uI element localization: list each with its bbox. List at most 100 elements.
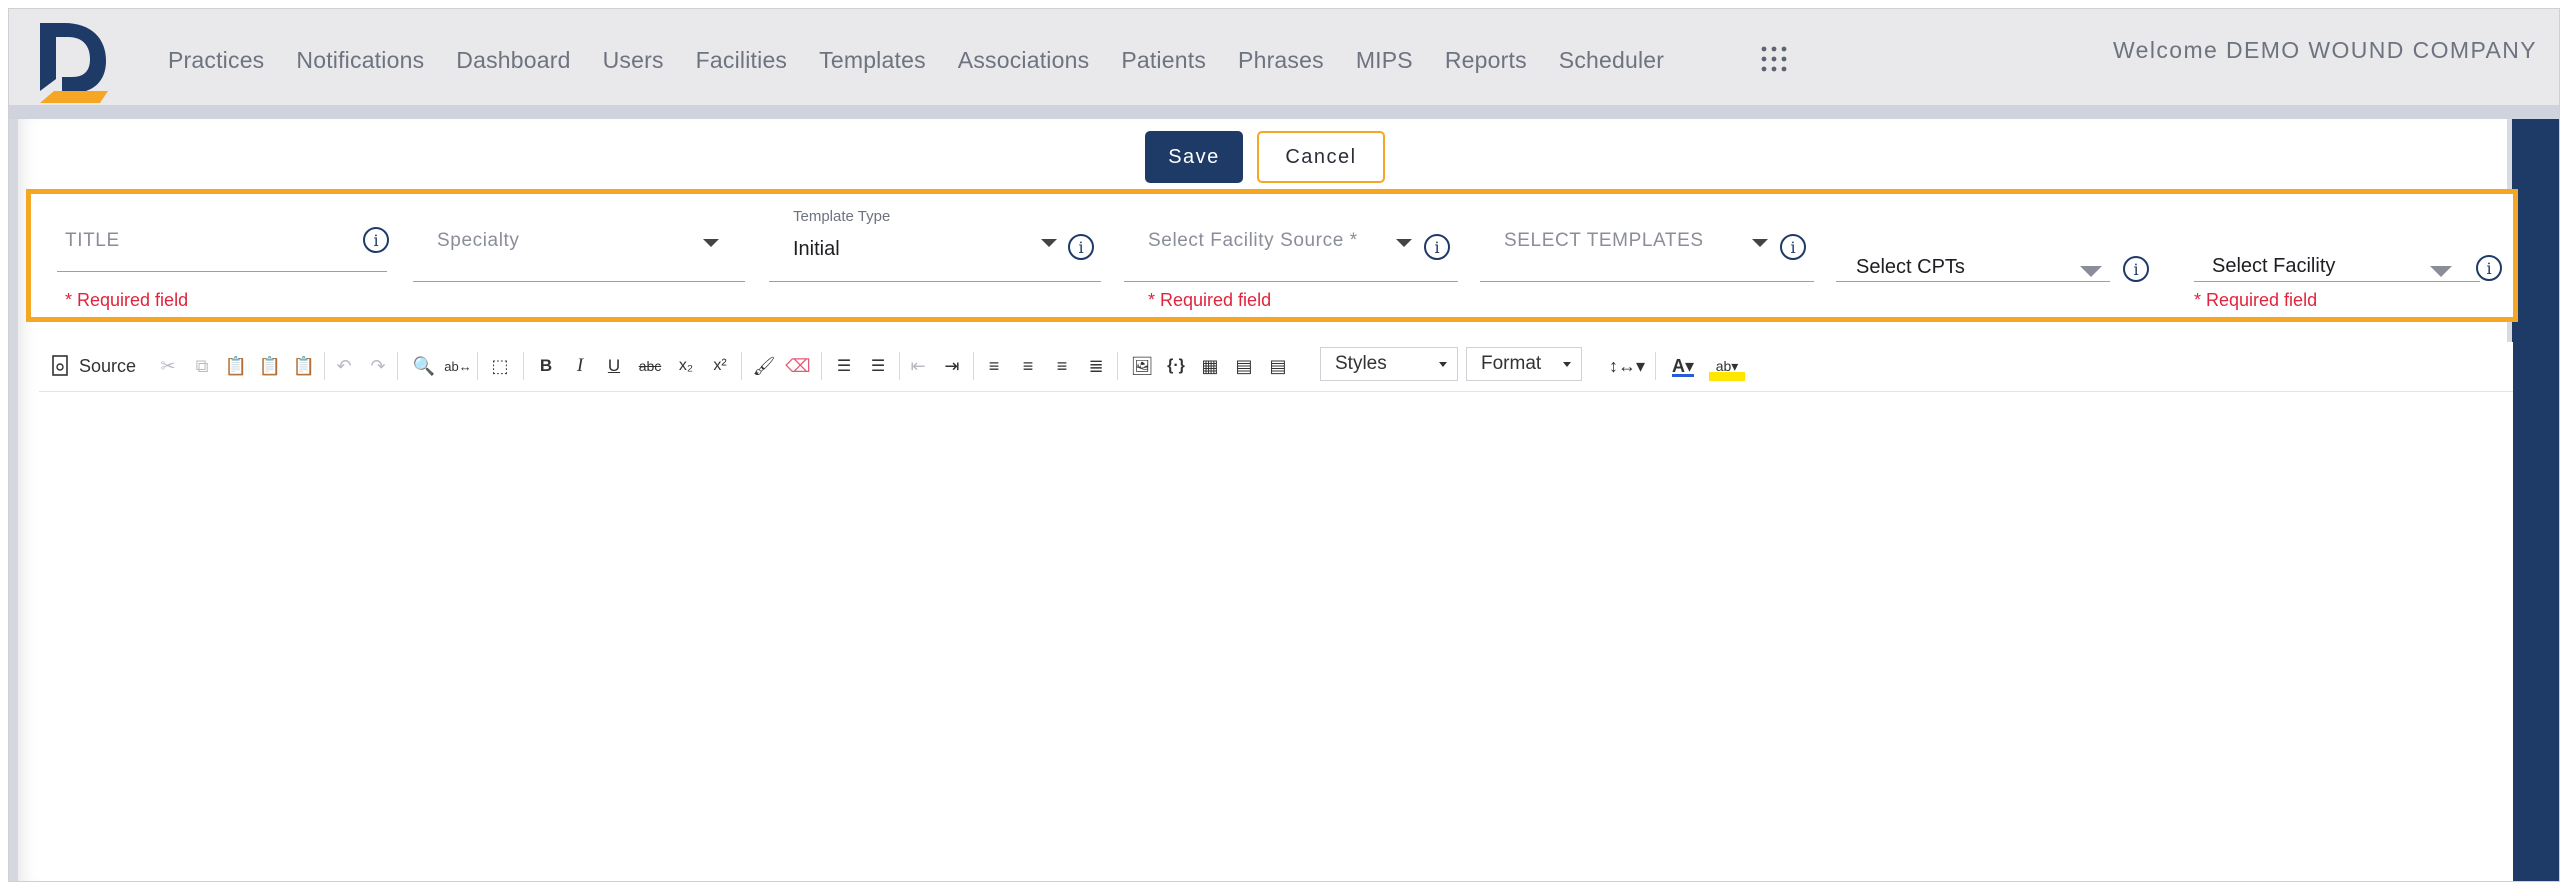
italic-icon[interactable]: I	[567, 351, 593, 381]
toolbar-separator	[397, 352, 398, 380]
nav-templates[interactable]: Templates	[819, 47, 926, 74]
text-color-icon[interactable]: A▾	[1665, 351, 1701, 381]
styles-label: Styles	[1335, 353, 1387, 374]
nav-scheduler[interactable]: Scheduler	[1559, 47, 1664, 74]
copy-formatting-icon[interactable]: 🖌	[751, 351, 777, 381]
bulleted-list-icon[interactable]: ☰	[865, 351, 891, 381]
select-all-icon[interactable]: ⬚	[485, 351, 515, 381]
redo-icon[interactable]: ↷	[365, 351, 391, 381]
apps-grid-icon[interactable]	[1760, 45, 1788, 73]
title-required-text: * Required field	[65, 290, 189, 310]
copy-icon[interactable]: ⧉	[189, 351, 215, 381]
paste-text-icon[interactable]: 📋	[257, 351, 283, 381]
facility-source-required-text: * Required field	[1148, 290, 1272, 310]
cpts-underline	[1836, 281, 2110, 282]
nav-reports[interactable]: Reports	[1445, 47, 1527, 74]
source-button[interactable]: Source	[51, 351, 141, 381]
cpts-info-icon[interactable]: i	[2123, 256, 2149, 282]
company-logo[interactable]	[34, 21, 118, 103]
replace-icon[interactable]: ab↔	[444, 351, 471, 381]
styles-chevron-icon	[1439, 362, 1447, 367]
title-info-icon[interactable]: i	[363, 227, 389, 253]
toolbar-separator	[821, 352, 822, 380]
facility-source-info-icon[interactable]: i	[1424, 234, 1450, 260]
format-dropdown[interactable]: Format	[1466, 347, 1582, 381]
source-label: Source	[79, 355, 137, 376]
increase-indent-icon[interactable]: ⇥	[939, 351, 965, 381]
bold-icon[interactable]: B	[533, 351, 559, 381]
template-type-underline	[769, 281, 1101, 282]
main-nav: Practices Notifications Dashboard Users …	[168, 47, 1696, 74]
facility-underline	[2194, 281, 2480, 282]
find-icon[interactable]: 🔍	[411, 351, 437, 381]
facility-select[interactable]: Select Facility i * Required field	[2192, 194, 2518, 317]
specialty-dropdown-icon[interactable]	[703, 239, 719, 247]
nav-associations[interactable]: Associations	[958, 47, 1090, 74]
nav-facilities[interactable]: Facilities	[696, 47, 787, 74]
image-icon[interactable]: 🖼	[1129, 351, 1155, 381]
styles-dropdown[interactable]: Styles	[1320, 347, 1458, 381]
undo-icon[interactable]: ↶	[331, 351, 357, 381]
template-type-select[interactable]: Template Type Initial i	[769, 194, 1101, 317]
page-break-icon[interactable]: ▤	[1265, 351, 1291, 381]
remove-format-icon[interactable]: ⌫	[785, 351, 811, 381]
toolbar-separator	[477, 352, 478, 380]
templates-select[interactable]: SELECT TEMPLATES i	[1480, 194, 1814, 317]
cpts-select[interactable]: Select CPTs i	[1836, 194, 2168, 317]
template-type-dropdown-icon[interactable]	[1041, 239, 1057, 247]
toolbar-separator	[324, 352, 325, 380]
templates-info-icon[interactable]: i	[1780, 234, 1806, 260]
strikethrough-icon[interactable]: abc	[635, 351, 665, 381]
subscript-icon[interactable]: x₂	[673, 351, 699, 381]
template-type-info-icon[interactable]: i	[1068, 234, 1094, 260]
templates-dropdown-icon[interactable]	[1752, 239, 1768, 247]
specialty-select[interactable]: Specialty	[413, 194, 745, 317]
align-center-icon[interactable]: ≡	[1015, 351, 1041, 381]
welcome-message: Welcome DEMO WOUND COMPANY	[2112, 37, 2537, 63]
specialty-underline	[413, 281, 745, 282]
specialty-placeholder: Specialty	[437, 230, 520, 251]
cut-icon[interactable]: ✂	[155, 351, 181, 381]
line-height-icon[interactable]: ↕↔▾	[1607, 351, 1647, 381]
title-field[interactable]: TITLE i * Required field	[57, 194, 389, 317]
justify-icon[interactable]: ≣	[1083, 351, 1109, 381]
paste-word-icon[interactable]: 📋	[291, 351, 317, 381]
top-navigation-bar: Practices Notifications Dashboard Users …	[9, 9, 2559, 105]
background-color-icon[interactable]: ab▾	[1709, 351, 1745, 381]
templates-icon[interactable]: ▤	[1231, 351, 1257, 381]
toolbar-separator	[741, 352, 742, 380]
toolbar-separator	[973, 352, 974, 380]
superscript-icon[interactable]: x²	[707, 351, 733, 381]
cpts-dropdown-icon[interactable]	[2080, 266, 2102, 277]
toolbar-separator	[899, 352, 900, 380]
header-divider	[9, 105, 2559, 119]
facility-dropdown-icon[interactable]	[2430, 266, 2452, 277]
toolbar-separator	[523, 352, 524, 380]
nav-dashboard[interactable]: Dashboard	[456, 47, 570, 74]
underline-icon[interactable]: U	[601, 351, 627, 381]
nav-phrases[interactable]: Phrases	[1238, 47, 1324, 74]
source-icon	[52, 355, 68, 376]
align-right-icon[interactable]: ≡	[1049, 351, 1075, 381]
facility-info-icon[interactable]: i	[2476, 255, 2502, 281]
nav-users[interactable]: Users	[603, 47, 664, 74]
facility-source-dropdown-icon[interactable]	[1396, 239, 1412, 247]
align-left-icon[interactable]: ≡	[981, 351, 1007, 381]
nav-mips[interactable]: MIPS	[1356, 47, 1413, 74]
paste-icon[interactable]: 📋	[223, 351, 249, 381]
nav-practices[interactable]: Practices	[168, 47, 264, 74]
nav-notifications[interactable]: Notifications	[296, 47, 424, 74]
editor-content-area[interactable]	[39, 392, 2513, 881]
table-icon[interactable]: ▦	[1197, 351, 1223, 381]
numbered-list-icon[interactable]: ☰	[831, 351, 857, 381]
template-form-row: TITLE i * Required field Specialty Templ…	[26, 189, 2518, 322]
facility-source-select[interactable]: Select Facility Source * i * Required fi…	[1124, 194, 1458, 317]
save-button[interactable]: Save	[1145, 131, 1243, 183]
cancel-button[interactable]: Cancel	[1257, 131, 1385, 183]
templates-placeholder: SELECT TEMPLATES	[1504, 230, 1704, 251]
right-side-panel	[2512, 119, 2559, 881]
title-input[interactable]: TITLE	[65, 230, 120, 252]
nav-patients[interactable]: Patients	[1121, 47, 1206, 74]
placeholder-icon[interactable]: {·}	[1163, 351, 1189, 381]
decrease-indent-icon[interactable]: ⇤	[905, 351, 931, 381]
